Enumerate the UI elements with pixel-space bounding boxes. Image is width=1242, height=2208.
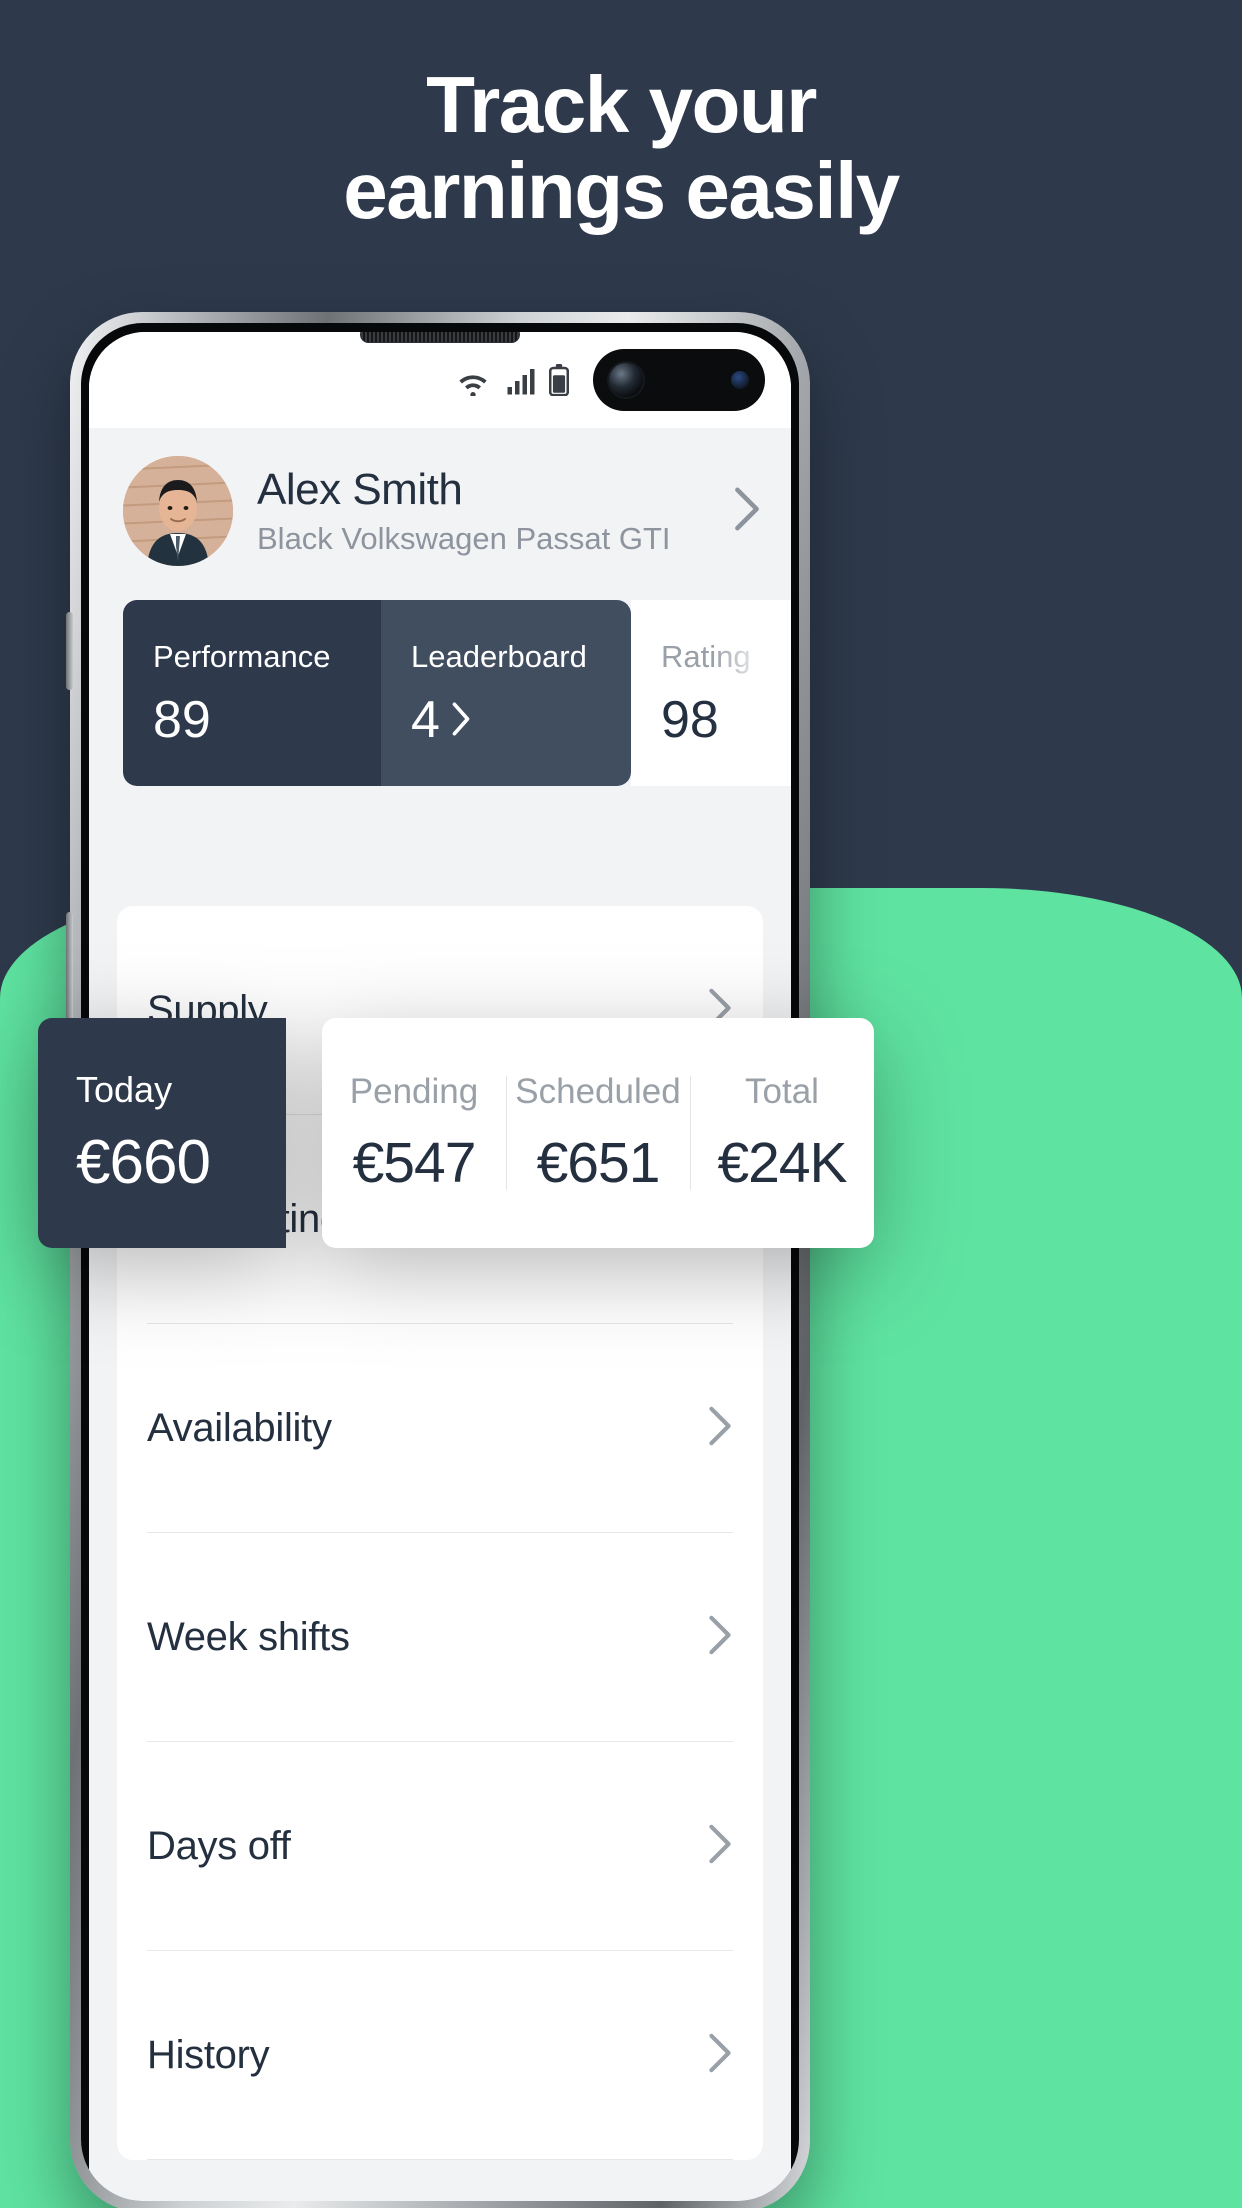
avatar xyxy=(123,456,233,566)
earpiece-speaker xyxy=(360,332,520,343)
page-title: Track your earnings easily xyxy=(0,62,1242,233)
punch-hole-dual-camera xyxy=(593,349,765,411)
earnings-pending-value: €547 xyxy=(352,1131,477,1195)
chevron-right-icon[interactable] xyxy=(707,1614,733,1661)
menu-item-week-shifts[interactable]: Week shifts xyxy=(147,1533,733,1742)
earnings-scheduled[interactable]: Scheduled €651 xyxy=(506,1068,690,1198)
chevron-right-icon[interactable] xyxy=(707,1823,733,1870)
list-item-label: Days off xyxy=(147,1823,291,1868)
battery-icon xyxy=(549,364,569,396)
stat-rating-value: 98 xyxy=(661,690,719,749)
stat-leaderboard-value: 4 xyxy=(411,694,601,746)
chevron-right-icon[interactable] xyxy=(733,486,769,537)
list-item-label: History xyxy=(147,2032,270,2077)
phone-bezel: Alex Smith Black Volkswagen Passat GTI P… xyxy=(81,323,799,2201)
menu-item-history[interactable]: History xyxy=(147,1951,733,2160)
earnings-scheduled-label: Scheduled xyxy=(515,1072,681,1111)
earnings-today-card[interactable]: Today €660 xyxy=(38,1018,286,1248)
earnings-scheduled-value: €651 xyxy=(536,1131,661,1195)
earnings-overlay: Today €660 Pending €547 Scheduled €651 T… xyxy=(38,1018,874,1248)
stat-performance[interactable]: Performance 89 xyxy=(123,600,381,786)
earnings-summary-card: Pending €547 Scheduled €651 Total €24K xyxy=(322,1018,874,1248)
phone-mockup: Alex Smith Black Volkswagen Passat GTI P… xyxy=(66,312,810,2208)
stat-performance-value: 89 xyxy=(153,690,211,749)
status-bar-icons xyxy=(453,364,569,396)
wifi-icon xyxy=(453,366,493,396)
earnings-today-value: €660 xyxy=(76,1128,211,1197)
stat-rating[interactable]: Rating 98 xyxy=(631,600,791,786)
profile-row[interactable]: Alex Smith Black Volkswagen Passat GTI xyxy=(89,428,791,600)
earnings-total[interactable]: Total €24K xyxy=(690,1068,874,1198)
chevron-right-icon[interactable] xyxy=(450,694,472,746)
profile-name: Alex Smith xyxy=(257,464,463,514)
list-item-label: Availability xyxy=(147,1405,332,1450)
status-bar xyxy=(89,332,791,428)
stats-white-group: Rating 98 Accepta 91 xyxy=(631,600,791,786)
profile-text: Alex Smith Black Volkswagen Passat GTI xyxy=(257,465,709,558)
stat-leaderboard-number: 4 xyxy=(411,690,440,749)
front-camera-lens-secondary xyxy=(731,371,749,389)
signal-icon xyxy=(506,366,536,396)
chevron-right-icon[interactable] xyxy=(707,2032,733,2079)
earnings-today-label: Today xyxy=(76,1069,173,1110)
stat-performance-label: Performance xyxy=(153,638,331,674)
screen-body: Supply Accounting Availability xyxy=(89,786,791,2201)
earnings-total-label: Total xyxy=(745,1072,819,1111)
phone-side-button-top[interactable] xyxy=(66,612,73,690)
headline-line-1: Track your xyxy=(426,60,817,149)
menu-item-availability[interactable]: Availability xyxy=(147,1324,733,1533)
menu-item-days-off[interactable]: Days off xyxy=(147,1742,733,1951)
list-item-label: Week shifts xyxy=(147,1614,350,1659)
front-camera-lens-main xyxy=(609,363,643,397)
earnings-total-value: €24K xyxy=(717,1131,847,1195)
stat-rating-label: Rating xyxy=(661,638,751,674)
stat-leaderboard[interactable]: Leaderboard 4 xyxy=(381,600,631,786)
earnings-pending-label: Pending xyxy=(349,1072,479,1111)
headline-line-2: earnings easily xyxy=(343,145,900,235)
phone-screen: Alex Smith Black Volkswagen Passat GTI P… xyxy=(89,332,791,2201)
profile-vehicle: Black Volkswagen Passat GTI xyxy=(257,521,671,557)
stats-strip: Performance 89 Leaderboard 4 Rating 98 xyxy=(89,600,791,786)
chevron-right-icon[interactable] xyxy=(707,1405,733,1452)
earnings-pending[interactable]: Pending €547 xyxy=(322,1068,506,1198)
stat-leaderboard-label: Leaderboard xyxy=(411,638,587,674)
